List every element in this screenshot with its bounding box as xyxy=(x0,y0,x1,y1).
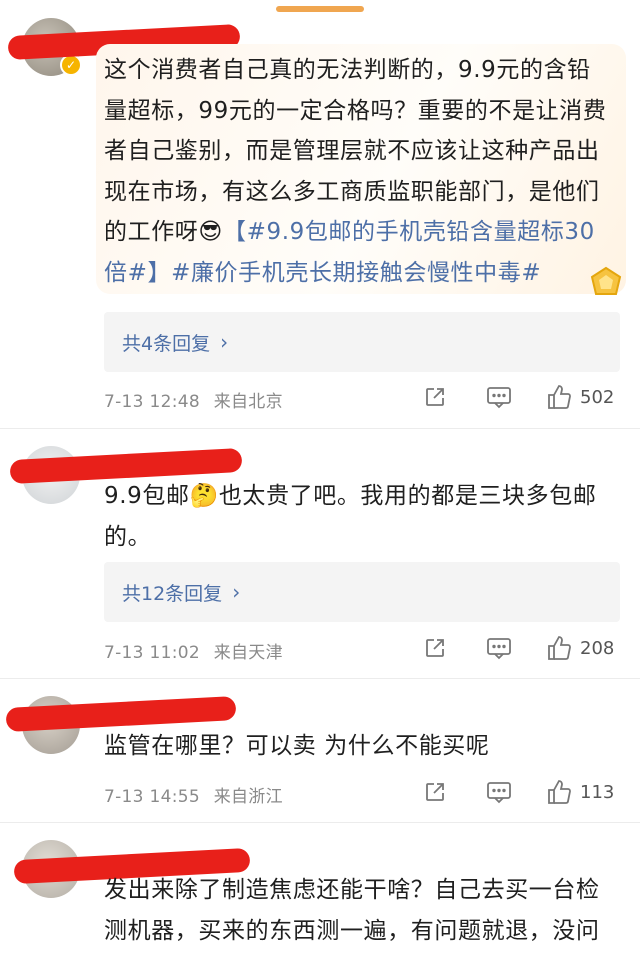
comment-icon xyxy=(487,782,511,804)
view-replies-button[interactable]: 共12条回复 › xyxy=(104,562,620,622)
timestamp: 7-13 12:48 xyxy=(104,392,200,412)
comment-body: 9.9包邮 xyxy=(104,483,190,509)
verified-badge-icon: ✓ xyxy=(60,54,82,76)
chevron-right-icon: › xyxy=(232,580,241,604)
share-icon xyxy=(426,639,444,657)
chevron-right-icon: › xyxy=(220,330,229,354)
comment-meta: 7-13 11:02 来自天津 xyxy=(104,638,283,663)
location: 来自北京 xyxy=(213,392,283,412)
like-count: 208 xyxy=(580,637,615,659)
thumbs-up-icon xyxy=(548,636,571,660)
like-count: 113 xyxy=(580,781,615,803)
comment-text: 9.9包邮🤔也太贵了吧。我用的都是三块多包邮的。 xyxy=(104,476,614,557)
like-button[interactable]: 502 xyxy=(546,383,614,411)
comment-2: 9.9包邮🤔也太贵了吧。我用的都是三块多包邮的。 共12条回复 › 7-13 1… xyxy=(0,430,640,678)
reply-count-label: 共12条回复 xyxy=(122,582,223,605)
location: 来自浙江 xyxy=(213,787,283,807)
comment-meta: 7-13 12:48 来自北京 xyxy=(104,387,283,412)
like-button[interactable]: 113 xyxy=(546,778,614,806)
comment-text: 这个消费者自己真的无法判断的，9.9元的含铅量超标，99元的一定合格吗？重要的不… xyxy=(104,50,614,293)
comment-icon xyxy=(487,387,511,409)
comment-button[interactable] xyxy=(486,385,512,409)
share-icon xyxy=(426,388,444,406)
share-button[interactable] xyxy=(423,385,447,409)
comment-4: 发出来除了制造焦虑还能干啥？自己去买一台检测机器，买来的东西测一遍，有问题就退，… xyxy=(0,824,640,957)
comment-body: 这个消费者自己真的无法判断的，9.9元的含铅量超标，99元的一定合格吗？重要的不… xyxy=(104,57,607,245)
divider xyxy=(0,678,640,679)
share-button[interactable] xyxy=(423,780,447,804)
comment-button[interactable] xyxy=(486,636,512,660)
topic-link[interactable]: #廉价手机壳长期接触会慢性中毒# xyxy=(171,260,541,286)
thinking-emoji-icon: 🤔 xyxy=(189,483,219,509)
timestamp: 7-13 11:02 xyxy=(104,643,200,663)
comment-1: ✓ 这个消费者自己真的无法判断的，9.9元的含铅量超标，99元的一定合格吗？重要… xyxy=(0,0,640,430)
like-count: 502 xyxy=(580,386,615,408)
comment-button[interactable] xyxy=(486,780,512,804)
comment-text: 发出来除了制造焦虑还能干啥？自己去买一台检测机器，买来的东西测一遍，有问题就退，… xyxy=(104,870,614,951)
thumbs-up-icon xyxy=(548,780,571,804)
timestamp: 7-13 14:55 xyxy=(104,787,200,807)
comment-text: 监管在哪里？可以卖 为什么不能买呢 xyxy=(104,726,614,767)
like-button[interactable]: 208 xyxy=(546,634,614,662)
comment-icon xyxy=(487,638,511,660)
comment-3: 监管在哪里？可以卖 为什么不能买呢 7-13 14:55 来自浙江 113 xyxy=(0,680,640,820)
share-icon xyxy=(426,783,444,801)
comment-meta: 7-13 14:55 来自浙江 xyxy=(104,782,283,807)
divider xyxy=(0,428,640,429)
comment-body: 发出来除了制造焦虑还能干啥？自己去买一台检测机器，买来的东西测一遍，有问题就退，… xyxy=(104,877,600,944)
location: 来自天津 xyxy=(213,643,283,663)
comment-body: 监管在哪里？可以卖 为什么不能买呢 xyxy=(104,733,490,759)
divider xyxy=(0,822,640,823)
sunglasses-emoji-icon: 😎 xyxy=(198,219,223,245)
thumbs-up-icon xyxy=(548,385,571,409)
reply-count-label: 共4条回复 xyxy=(122,332,211,355)
view-replies-button[interactable]: 共4条回复 › xyxy=(104,312,620,372)
share-button[interactable] xyxy=(423,636,447,660)
